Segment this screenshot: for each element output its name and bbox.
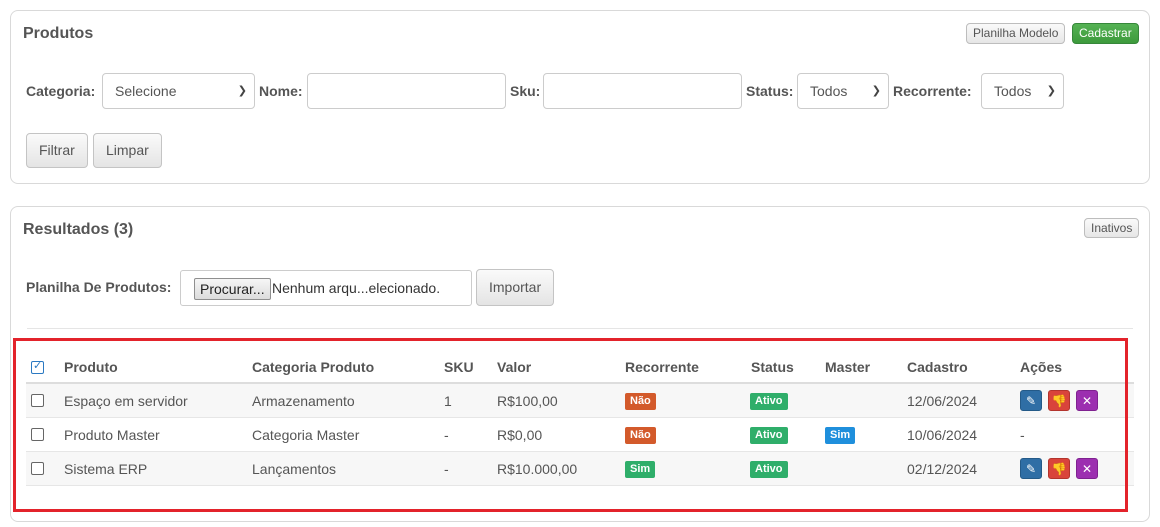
import-label: Planilha De Produtos: — [26, 279, 172, 295]
name-label: Nome: — [259, 83, 303, 99]
highlight-box — [13, 338, 1128, 512]
chevron-down-icon: ❯ — [237, 85, 247, 97]
recurrent-label: Recorrente: — [893, 83, 972, 99]
name-input[interactable] — [307, 73, 506, 109]
file-input[interactable]: Procurar... Nenhum arqu...elecionado. — [180, 270, 472, 306]
register-button[interactable]: Cadastrar — [1072, 23, 1139, 44]
chevron-down-icon: ❯ — [1046, 85, 1056, 97]
category-select-value: Selecione — [115, 83, 177, 99]
filter-panel: Produtos Planilha Modelo Cadastrar Categ… — [10, 10, 1150, 184]
filter-button[interactable]: Filtrar — [26, 133, 88, 168]
file-name-text: Nenhum arqu...elecionado. — [272, 280, 441, 296]
category-select[interactable]: Selecione ❯ — [102, 73, 255, 109]
status-select-value: Todos — [810, 83, 848, 99]
status-select[interactable]: Todos ❯ — [797, 73, 889, 109]
recurrent-select-value: Todos — [994, 83, 1032, 99]
status-label: Status: — [746, 83, 794, 99]
sku-label: Sku: — [510, 83, 541, 99]
recurrent-select[interactable]: Todos ❯ — [981, 73, 1064, 109]
chevron-down-icon: ❯ — [871, 85, 881, 97]
divider — [27, 328, 1133, 329]
panel-title: Produtos — [23, 25, 94, 42]
template-sheet-button[interactable]: Planilha Modelo — [966, 23, 1066, 44]
results-title: Resultados (3) — [23, 221, 134, 238]
category-label: Categoria: — [26, 83, 96, 99]
browse-button[interactable]: Procurar... — [194, 278, 271, 300]
import-button[interactable]: Importar — [476, 269, 555, 306]
clear-button[interactable]: Limpar — [93, 133, 162, 168]
inactive-button[interactable]: Inativos — [1084, 218, 1140, 238]
sku-input[interactable] — [543, 73, 742, 109]
